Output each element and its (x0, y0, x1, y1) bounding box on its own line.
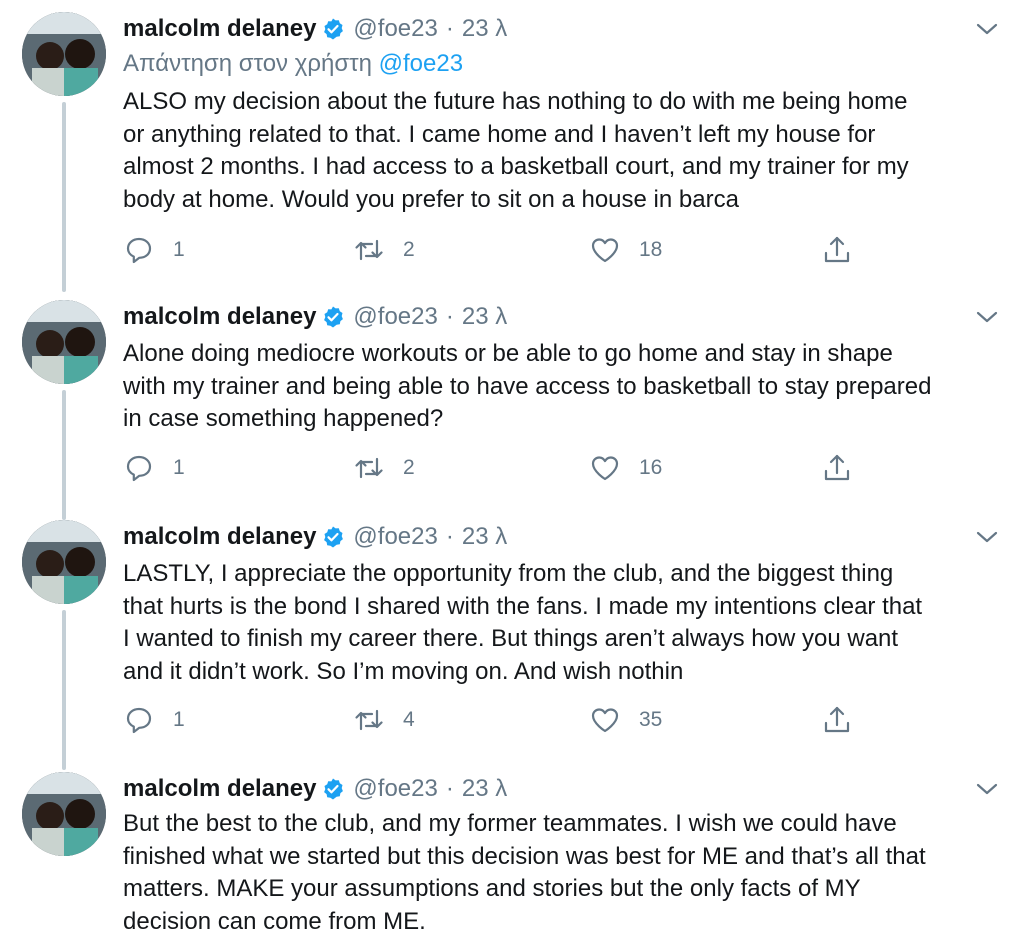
like-count: 18 (639, 238, 662, 262)
like-button[interactable]: 16 (589, 452, 662, 484)
reply-bubble-icon (123, 234, 155, 266)
reply-bubble-icon (123, 704, 155, 736)
avatar[interactable] (22, 520, 106, 604)
author-handle[interactable]: @foe23 (353, 523, 437, 551)
reply-bubble-icon (123, 452, 155, 484)
separator-dot: · (446, 523, 454, 551)
share-icon (821, 452, 853, 484)
chevron-down-icon[interactable] (974, 780, 1000, 798)
reply-button[interactable]: 1 (123, 234, 185, 266)
like-button[interactable]: 18 (589, 234, 662, 266)
author-handle[interactable]: @foe23 (353, 775, 437, 803)
heart-icon (589, 704, 621, 736)
tweet-text-line: ALSO my decision about the future has no… (123, 86, 1003, 119)
reply-count: 1 (173, 708, 185, 732)
verified-badge-icon (321, 17, 345, 41)
avatar[interactable] (22, 772, 106, 856)
tweet-text-line: that hurts is the bond I shared with the… (123, 591, 1003, 624)
tweet-4[interactable]: malcolm delaney @foe23 · 23 λ But the be… (0, 760, 1024, 936)
tweet-text-line: Alone doing mediocre workouts or be able… (123, 338, 1003, 371)
thread-line (62, 390, 66, 520)
tweet-header: malcolm delaney @foe23 · 23 λ (123, 773, 507, 805)
author-name[interactable]: malcolm delaney (123, 523, 316, 551)
verified-badge-icon (321, 305, 345, 329)
tweet-text-line: matters. MAKE your assumptions and stori… (123, 873, 1003, 906)
tweet-text-line: or anything related to that. I came home… (123, 119, 1003, 152)
tweet-actions: 1 2 18 (123, 234, 863, 266)
author-name[interactable]: malcolm delaney (123, 303, 316, 331)
chevron-down-icon[interactable] (974, 20, 1000, 38)
timestamp[interactable]: 23 λ (462, 775, 507, 803)
retweet-icon (353, 234, 385, 266)
share-button[interactable] (821, 452, 853, 484)
tweet-text: But the best to the club, and my former … (123, 808, 1003, 938)
tweet-text-line: almost 2 months. I had access to a baske… (123, 151, 1003, 184)
retweet-button[interactable]: 2 (353, 234, 415, 266)
tweet-text-line: in case something happened? (123, 403, 1003, 436)
tweet-text-line: body at home. Would you prefer to sit on… (123, 184, 1003, 217)
share-icon (821, 234, 853, 266)
tweet-header: malcolm delaney @foe23 · 23 λ (123, 521, 507, 553)
retweet-button[interactable]: 4 (353, 704, 415, 736)
timestamp[interactable]: 23 λ (462, 303, 507, 331)
reply-button[interactable]: 1 (123, 704, 185, 736)
tweet-text-line: But the best to the club, and my former … (123, 808, 1003, 841)
separator-dot: · (446, 775, 454, 803)
retweet-button[interactable]: 2 (353, 452, 415, 484)
chevron-down-icon[interactable] (974, 528, 1000, 546)
tweet-1[interactable]: malcolm delaney @foe23 · 23 λ Απάντηση σ… (0, 0, 1024, 290)
avatar[interactable] (22, 12, 106, 96)
timestamp[interactable]: 23 λ (462, 523, 507, 551)
heart-icon (589, 234, 621, 266)
tweet-text: LASTLY, I appreciate the opportunity fro… (123, 558, 1003, 688)
tweet-actions: 1 4 35 (123, 704, 863, 736)
share-button[interactable] (821, 704, 853, 736)
tweet-text-line: and it didn’t work. So I’m moving on. An… (123, 656, 1003, 689)
retweet-count: 4 (403, 708, 415, 732)
reply-mention-link[interactable]: @foe23 (379, 50, 463, 77)
retweet-icon (353, 704, 385, 736)
retweet-count: 2 (403, 456, 415, 480)
tweet-text-line: decision can come from ME. (123, 906, 1003, 938)
thread-line (62, 610, 66, 770)
avatar[interactable] (22, 300, 106, 384)
tweet-2[interactable]: malcolm delaney @foe23 · 23 λ Alone doin… (0, 288, 1024, 510)
reply-count: 1 (173, 238, 185, 262)
retweet-icon (353, 452, 385, 484)
reply-count: 1 (173, 456, 185, 480)
heart-icon (589, 452, 621, 484)
tweet-actions: 1 2 16 (123, 452, 863, 484)
tweet-text: ALSO my decision about the future has no… (123, 86, 1003, 216)
reply-prefix: Απάντηση στον χρήστη (123, 50, 372, 77)
tweet-text: Alone doing mediocre workouts or be able… (123, 338, 1003, 436)
tweet-header: malcolm delaney @foe23 · 23 λ (123, 13, 507, 45)
author-handle[interactable]: @foe23 (353, 15, 437, 43)
reply-button[interactable]: 1 (123, 452, 185, 484)
verified-badge-icon (321, 525, 345, 549)
author-handle[interactable]: @foe23 (353, 303, 437, 331)
timestamp[interactable]: 23 λ (462, 15, 507, 43)
tweet-header: malcolm delaney @foe23 · 23 λ (123, 301, 507, 333)
tweet-text-line: with my trainer and being able to have a… (123, 371, 1003, 404)
like-count: 35 (639, 708, 662, 732)
tweet-3[interactable]: malcolm delaney @foe23 · 23 λ LASTLY, I … (0, 508, 1024, 758)
share-button[interactable] (821, 234, 853, 266)
verified-badge-icon (321, 777, 345, 801)
separator-dot: · (446, 15, 454, 43)
tweet-text-line: finished what we started but this decisi… (123, 841, 1003, 874)
author-name[interactable]: malcolm delaney (123, 15, 316, 43)
thread-line (62, 102, 66, 292)
chevron-down-icon[interactable] (974, 308, 1000, 326)
like-count: 16 (639, 456, 662, 480)
separator-dot: · (446, 303, 454, 331)
retweet-count: 2 (403, 238, 415, 262)
tweet-text-line: I wanted to finish my career there. But … (123, 623, 1003, 656)
like-button[interactable]: 35 (589, 704, 662, 736)
author-name[interactable]: malcolm delaney (123, 775, 316, 803)
tweet-text-line: LASTLY, I appreciate the opportunity fro… (123, 558, 1003, 591)
reply-context: Απάντηση στον χρήστη @foe23 (123, 50, 463, 78)
share-icon (821, 704, 853, 736)
